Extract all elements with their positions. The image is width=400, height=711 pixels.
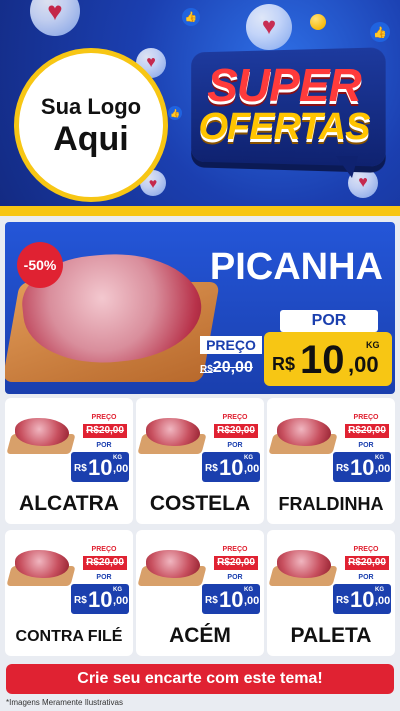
hero-currency: R$ [272, 354, 296, 374]
like-icon: 👍 [168, 106, 182, 120]
badge-title-line1: SUPER [207, 59, 361, 111]
hero-old-price: R$20,00 [200, 358, 264, 378]
product-name: CONTRA FILÉ [15, 628, 123, 645]
product-image [268, 414, 338, 458]
disclaimer-text: *Imagens Meramente Ilustrativas [6, 698, 123, 707]
price-cents: ,00 [244, 463, 260, 475]
hero-price-cents: ,00 [348, 352, 379, 377]
price-cents: ,00 [113, 463, 129, 475]
price-tag: R$ 10 KG ,00 [71, 584, 129, 614]
product-card-contra-file[interactable]: PREÇO R$20,00 POR R$ 10 KG ,00 CONTRA FI… [5, 530, 133, 656]
price-integer: 10 [219, 587, 244, 612]
price-tag: R$ 10 KG ,00 [202, 584, 260, 614]
price-integer: 10 [219, 455, 244, 480]
product-image [6, 546, 76, 590]
product-name: FRALDINHA [278, 494, 384, 514]
price-cents: ,00 [113, 595, 129, 607]
price-unit: KG [244, 455, 253, 461]
por-label: POR [81, 440, 127, 452]
old-price: R$20,00 [214, 424, 258, 438]
hero-preco-label: PREÇO [200, 336, 262, 354]
product-name: ALCATRA [19, 492, 119, 515]
old-price: R$20,00 [83, 556, 127, 570]
product-image [137, 546, 207, 590]
price-unit: KG [113, 587, 122, 593]
product-name: PALETA [290, 624, 372, 647]
hero-por-label: POR [280, 310, 378, 332]
old-price: R$20,00 [83, 424, 127, 438]
hero-price-box: R$ 10 KG ,00 [264, 332, 392, 386]
price-currency: R$ [336, 595, 349, 606]
preco-label: PREÇO [343, 412, 389, 424]
price-tag: R$ 10 KG ,00 [71, 452, 129, 482]
product-card-paleta[interactable]: PREÇO R$20,00 POR R$ 10 KG ,00 PALETA [267, 530, 395, 656]
like-icon: 👍 [370, 22, 390, 42]
product-card-acem[interactable]: PREÇO R$20,00 POR R$ 10 KG ,00 ACÉM [136, 530, 264, 656]
badge-title-line2: OFERTAS [198, 106, 370, 148]
product-image [6, 414, 76, 458]
price-cents: ,00 [375, 463, 391, 475]
hero-old-value: 20,00 [212, 359, 253, 376]
old-price: R$20,00 [345, 424, 389, 438]
heart-icon: ♥ [30, 0, 80, 36]
preco-label: PREÇO [343, 544, 389, 556]
hero-price-int: 10 [300, 338, 345, 382]
product-card-alcatra[interactable]: PREÇO R$20,00 POR R$ 10 KG ,00 ALCATRA [5, 398, 133, 524]
product-card-costela[interactable]: PREÇO R$20,00 POR R$ 10 KG ,00 COSTELA [136, 398, 264, 524]
logo-text-line1: Sua Logo [40, 94, 142, 119]
like-icon: 👍 [182, 8, 200, 26]
product-name: COSTELA [149, 492, 251, 515]
hero-old-currency: R$ [200, 364, 213, 375]
por-label: POR [212, 440, 258, 452]
price-integer: 10 [88, 455, 113, 480]
price-unit: KG [244, 587, 253, 593]
product-card-fraldinha[interactable]: PREÇO R$20,00 POR R$ 10 KG ,00 FRALDINHA [267, 398, 395, 524]
super-ofertas-badge: SUPER OFERTAS [186, 44, 386, 178]
price-tag: R$ 10 KG ,00 [333, 452, 391, 482]
price-currency: R$ [74, 463, 87, 474]
price-currency: R$ [336, 463, 349, 474]
price-currency: R$ [205, 595, 218, 606]
product-image [137, 414, 207, 458]
header-divider [0, 206, 400, 216]
old-price: R$20,00 [345, 556, 389, 570]
price-integer: 10 [88, 587, 113, 612]
price-unit: KG [375, 455, 384, 461]
por-label: POR [81, 572, 127, 584]
price-tag: R$ 10 KG ,00 [202, 452, 260, 482]
price-currency: R$ [205, 463, 218, 474]
header-banner: ♥ ♥ ♥ ♥ ♥ 👍 👍 👍 Sua Logo Aqui SUPER OFER… [0, 0, 400, 212]
por-label: POR [343, 440, 389, 452]
featured-product-name: PICANHA [209, 246, 383, 288]
por-label: POR [212, 572, 258, 584]
por-label: POR [343, 572, 389, 584]
price-integer: 10 [350, 587, 375, 612]
emoji-icon [310, 14, 326, 30]
product-image [268, 546, 338, 590]
product-name: ACÉM [169, 624, 231, 647]
logo-placeholder: Sua Logo Aqui [14, 48, 168, 202]
price-cents: ,00 [244, 595, 260, 607]
price-integer: 10 [350, 455, 375, 480]
price-unit: KG [113, 455, 122, 461]
price-unit: KG [375, 587, 384, 593]
old-price: R$20,00 [214, 556, 258, 570]
logo-text-line2: Aqui [53, 120, 129, 158]
preco-label: PREÇO [81, 412, 127, 424]
price-currency: R$ [74, 595, 87, 606]
preco-label: PREÇO [81, 544, 127, 556]
hero-unit: KG [366, 340, 380, 350]
discount-badge: -50% [17, 242, 63, 288]
price-tag: R$ 10 KG ,00 [333, 584, 391, 614]
preco-label: PREÇO [212, 412, 258, 424]
create-flyer-button[interactable]: Crie seu encarte com este tema! [6, 664, 394, 694]
preco-label: PREÇO [212, 544, 258, 556]
badge-tail [336, 156, 358, 178]
price-cents: ,00 [375, 595, 391, 607]
